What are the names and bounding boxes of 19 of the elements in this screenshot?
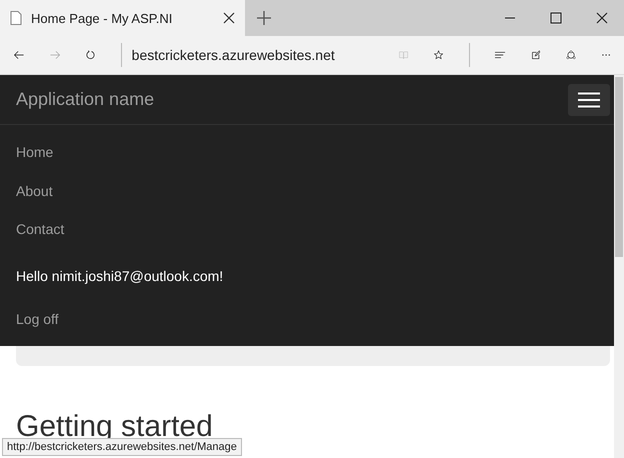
status-url: http://bestcricketers.azurewebsites.net/Manage [2, 438, 242, 456]
menu-button[interactable] [568, 84, 610, 116]
menu-icon [578, 92, 600, 108]
close-icon[interactable] [223, 12, 235, 24]
logoff-link[interactable]: Log off [16, 300, 614, 338]
scrollbar[interactable] [614, 75, 624, 458]
browser-tab[interactable]: Home Page - My ASP.NI [0, 0, 245, 36]
page-icon [10, 11, 22, 25]
maximize-icon[interactable] [550, 12, 562, 24]
tab-title: Home Page - My ASP.NI [31, 10, 174, 26]
address-field[interactable]: bestcricketers.azurewebsites.net [132, 47, 335, 63]
nav-link[interactable]: Home [16, 133, 614, 172]
new-tab-icon[interactable] [257, 11, 271, 25]
more-icon[interactable] [602, 53, 610, 57]
nav-link[interactable]: Contact [16, 210, 614, 248]
nav-link[interactable]: About [16, 172, 614, 210]
close-icon[interactable] [596, 12, 608, 24]
brand-link[interactable]: Application name [16, 89, 154, 110]
greeting-link[interactable]: Hello nimit.joshi87@outlook.com! [16, 252, 614, 300]
